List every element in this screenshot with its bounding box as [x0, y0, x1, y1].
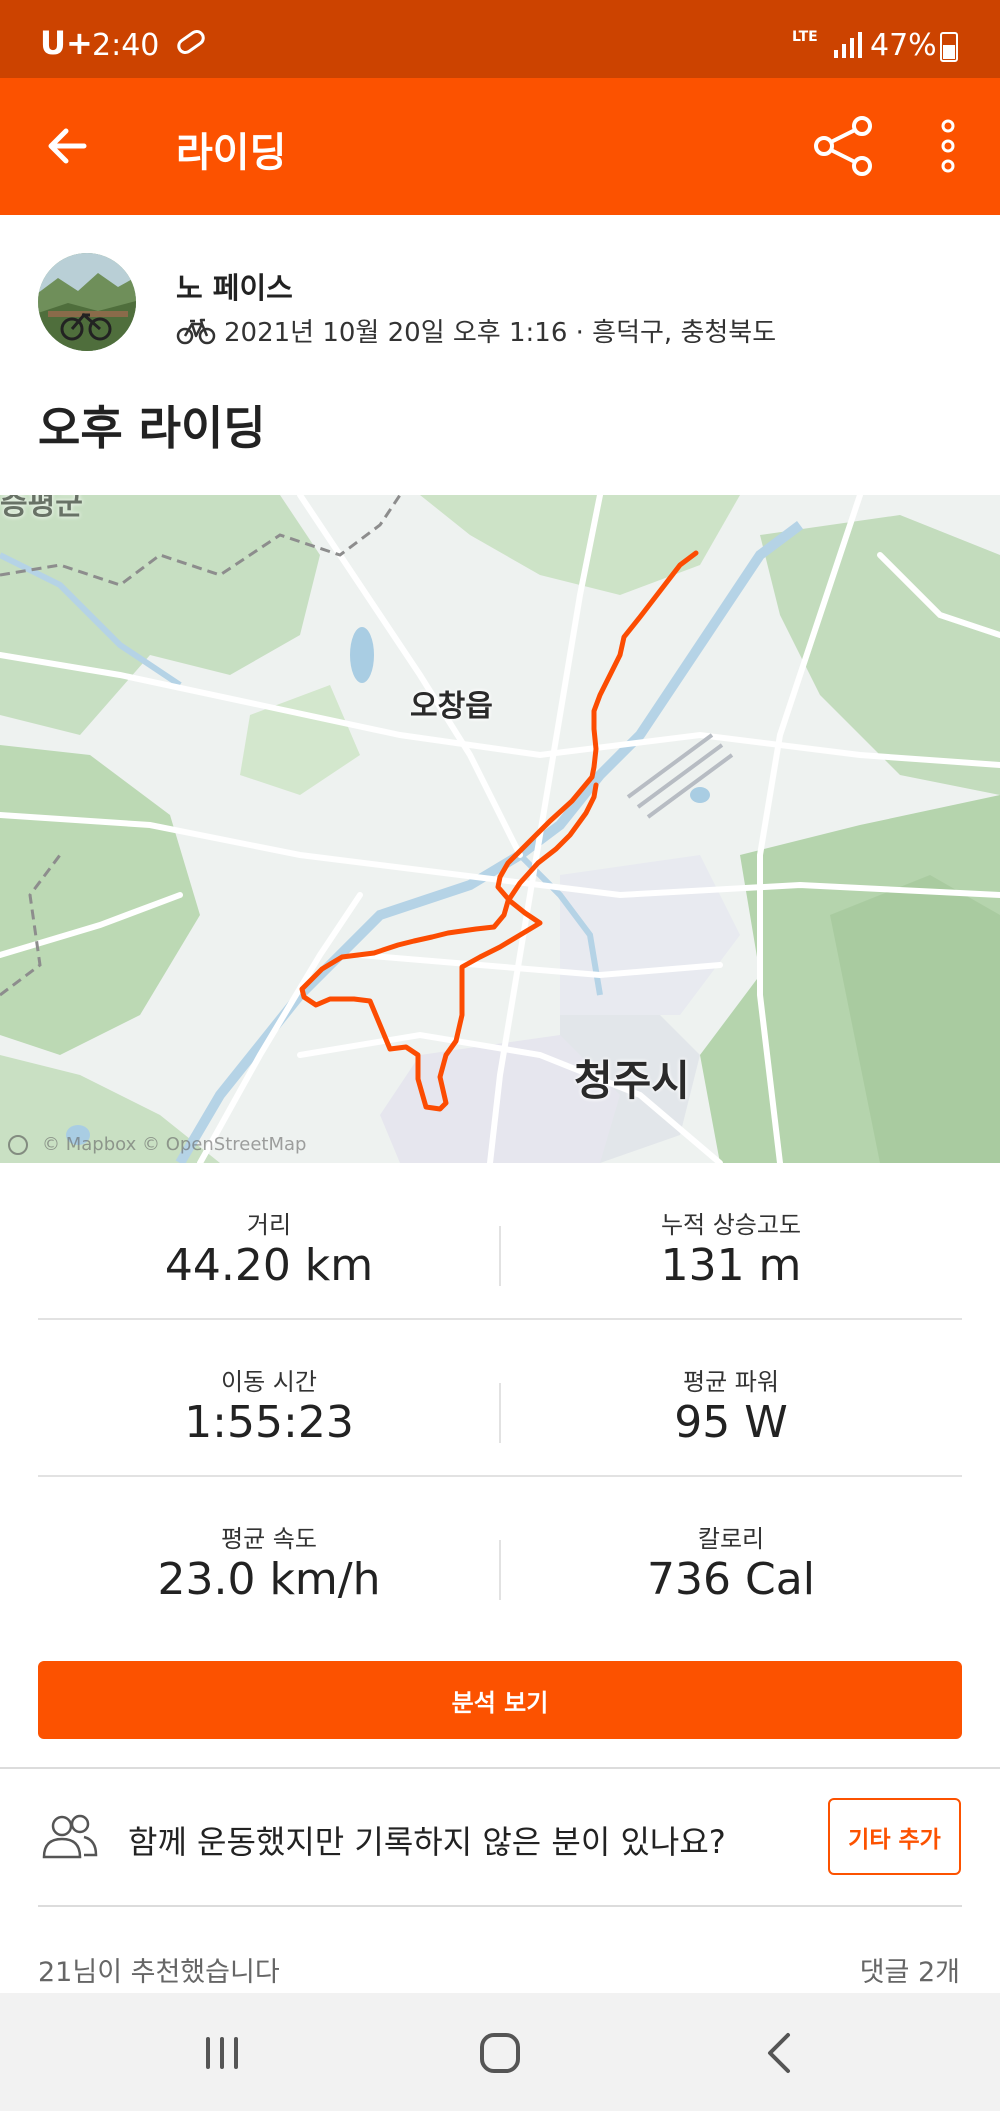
carrier-label: U+ [40, 24, 93, 62]
stats-row: 이동 시간 1:55:23 평균 파워 95 W [38, 1320, 962, 1477]
stat-avg-power: 평균 파워 95 W [500, 1320, 962, 1477]
stat-label: 평균 속도 [221, 1525, 317, 1553]
athlete-name[interactable]: 노 페이스 [176, 265, 293, 307]
share-icon[interactable] [812, 114, 876, 178]
view-analysis-button[interactable]: 분석 보기 [38, 1661, 962, 1739]
stat-label: 누적 상승고도 [660, 1211, 802, 1239]
more-vert-icon[interactable] [930, 116, 966, 176]
pill-icon [174, 26, 208, 58]
athlete-header: 노 페이스 2021년 10월 20일 오후 1:16 · 흥덕구, 충청북도 [0, 215, 1000, 365]
stats-row: 평균 속도 23.0 km/h 칼로리 736 Cal [38, 1477, 962, 1634]
group-activity-prompt: 함께 운동했지만 기록하지 않은 분이 있나요? 기타 추가 [0, 1769, 1000, 1905]
divider [38, 1905, 962, 1907]
route-map[interactable]: 증평군 오창읍 청주시 © Mapbox © OpenStreetMap [0, 495, 1000, 1163]
stat-value: 1:55:23 [184, 1397, 354, 1448]
clock: 2:40 [92, 28, 160, 63]
stat-value: 23.0 km/h [157, 1554, 381, 1605]
avatar[interactable] [38, 253, 136, 351]
page-title: 라이딩 [176, 130, 287, 176]
stat-avg-speed: 평균 속도 23.0 km/h [38, 1477, 500, 1634]
stat-value: 44.20 km [164, 1240, 374, 1291]
people-icon [42, 1814, 98, 1859]
map-attribution[interactable]: © Mapbox © OpenStreetMap [8, 1134, 306, 1155]
activity-title: 오후 라이딩 [38, 401, 266, 455]
stat-label: 평균 파워 [683, 1368, 779, 1396]
stat-calories: 칼로리 736 Cal [500, 1477, 962, 1634]
stat-label: 칼로리 [697, 1525, 765, 1553]
stat-moving-time: 이동 시간 1:55:23 [38, 1320, 500, 1477]
activity-meta: 2021년 10월 20일 오후 1:16 · 흥덕구, 충청북도 [176, 312, 776, 349]
map-label-city: 청주시 [574, 1056, 690, 1105]
stat-label: 이동 시간 [221, 1368, 317, 1396]
group-question: 함께 운동했지만 기록하지 않은 분이 있나요? [128, 1823, 726, 1861]
battery-icon [940, 32, 958, 62]
home-icon[interactable] [474, 2027, 526, 2079]
status-bar: U+ 2:40 LTE 47% [0, 0, 1000, 78]
bicycle-icon [176, 318, 216, 344]
kudos-count[interactable]: 21님이 추천했습니다 [38, 1950, 280, 1989]
stat-value: 736 Cal [647, 1554, 815, 1605]
recent-apps-icon[interactable] [196, 2027, 248, 2079]
stat-value: 95 W [674, 1397, 788, 1448]
stats-row: 거리 44.20 km 누적 상승고도 131 m [38, 1163, 962, 1320]
network-type: LTE [792, 29, 818, 45]
back-icon[interactable] [754, 2027, 806, 2079]
stat-elevation-gain: 누적 상승고도 131 m [500, 1163, 962, 1320]
app-bar: 라이딩 [0, 78, 1000, 215]
battery-percent: 47% [870, 28, 937, 63]
back-arrow-icon[interactable] [40, 118, 96, 174]
stat-distance: 거리 44.20 km [38, 1163, 500, 1320]
signal-icon [834, 32, 862, 58]
activity-date-location: 2021년 10월 20일 오후 1:16 · 흥덕구, 충청북도 [224, 318, 777, 348]
mapbox-logo-icon [8, 1134, 28, 1155]
attribution-text: © Mapbox © OpenStreetMap [42, 1134, 307, 1155]
system-nav-bar [0, 1993, 1000, 2111]
stat-label: 거리 [246, 1211, 292, 1239]
map-label-town: 오창읍 [410, 689, 493, 724]
stats-grid: 거리 44.20 km 누적 상승고도 131 m 이동 시간 1:55:23 … [38, 1163, 962, 1634]
stat-value: 131 m [660, 1240, 802, 1291]
comments-count[interactable]: 댓글 2개 [860, 1950, 960, 1989]
map-canvas [0, 495, 1000, 1163]
add-others-button[interactable]: 기타 추가 [828, 1798, 961, 1875]
map-label-partial: 증평군 [0, 495, 83, 522]
